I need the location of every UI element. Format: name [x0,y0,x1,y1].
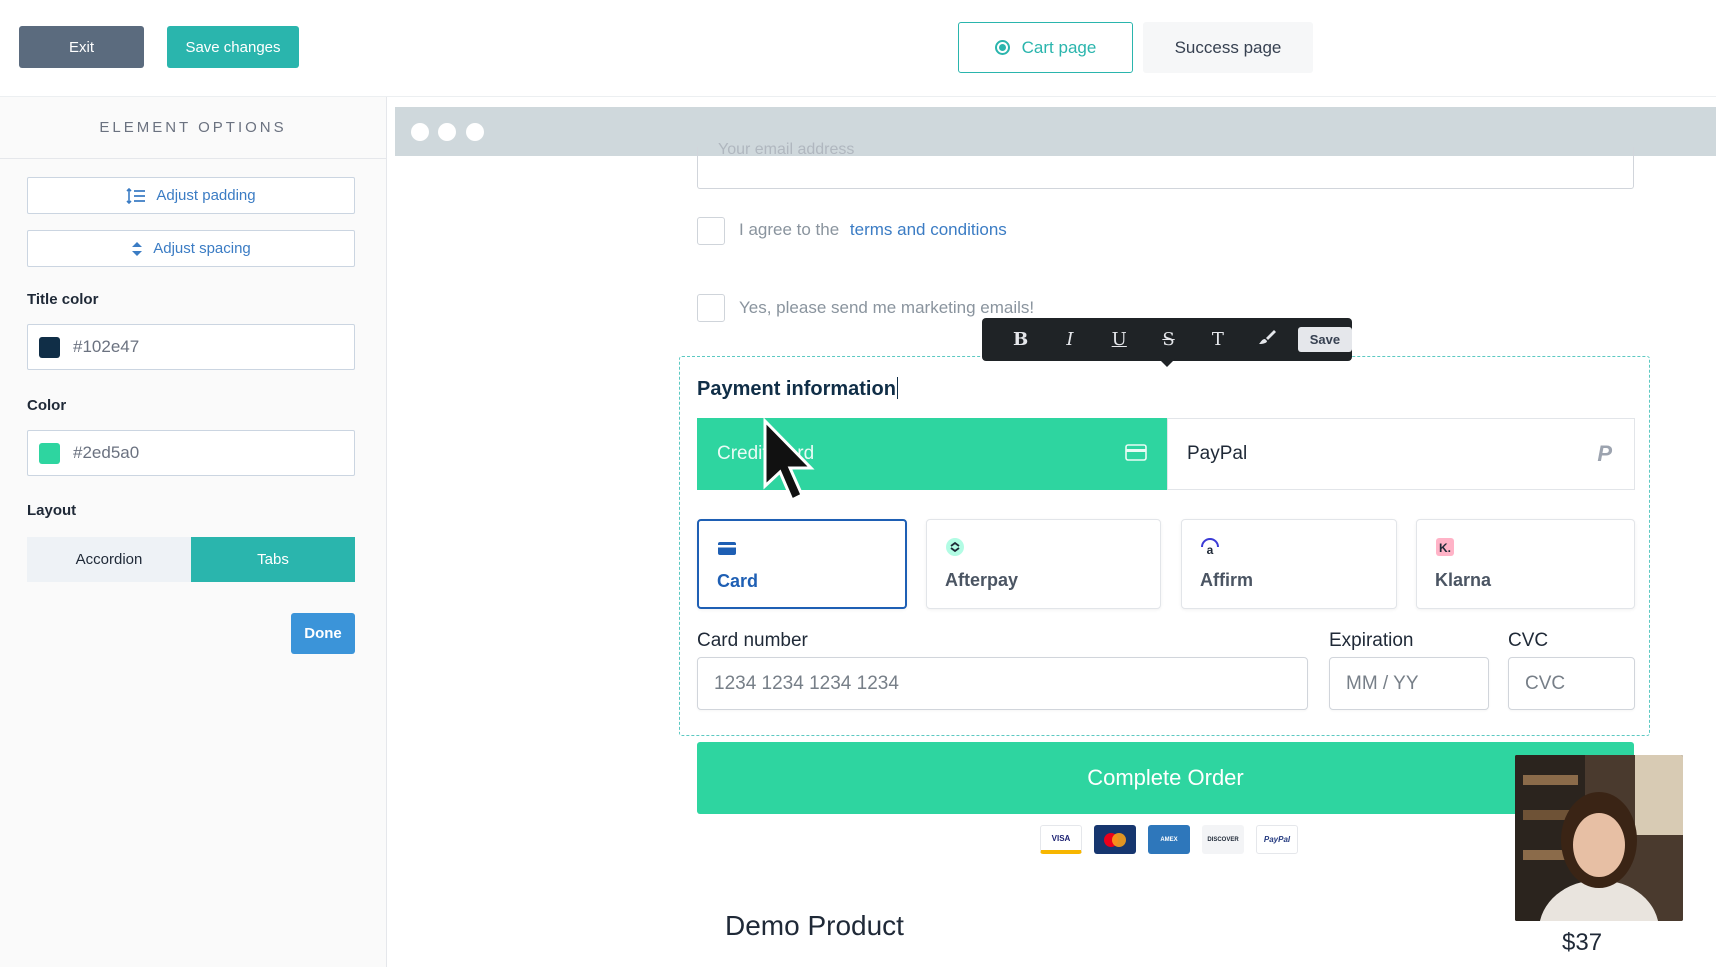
title-color-field[interactable]: #102e47 [27,324,355,370]
sort-arrows-icon [132,241,143,256]
marketing-text: Yes, please send me marketing emails! [739,298,1035,317]
method-klarna-label: Klarna [1435,570,1492,590]
tab-paypal[interactable]: PayPal P [1167,418,1635,490]
color-field[interactable]: #2ed5a0 [27,430,355,476]
method-afterpay-label: Afterpay [945,570,1019,590]
terms-link[interactable]: terms and conditions [850,220,1007,239]
sidebar-title: ELEMENT OPTIONS [0,97,386,159]
format-toolbar: B I U S T Save [982,318,1352,361]
element-options-sidebar: ELEMENT OPTIONS Adjust padding Adjust sp… [0,97,387,967]
visa-icon: VISA [1040,825,1082,854]
window-dot [438,123,456,141]
card-brands-row: VISA AMEX DISCOVER PayPal [1040,825,1298,854]
email-placeholder: Your email address [718,141,855,158]
card-number-placeholder: 1234 1234 1234 1234 [714,672,899,694]
method-afterpay[interactable]: Afterpay [926,519,1161,609]
webcam-overlay [1515,755,1683,921]
payment-title[interactable]: Payment information [697,377,899,401]
paypal-icon: P [1597,441,1612,466]
mastercard-icon [1094,825,1136,854]
afterpay-icon [946,538,964,556]
exit-button[interactable]: Exit [19,26,144,68]
cvc-placeholder: CVC [1525,672,1566,694]
product-price: $37 [1562,929,1603,956]
title-color-value: #102e47 [73,337,140,356]
text-caret [896,377,899,399]
tab-success-page[interactable]: Success page [1143,22,1313,73]
klarna-icon: K. [1436,538,1454,556]
title-color-swatch[interactable] [39,336,60,358]
padding-icon [126,187,146,204]
window-dot [411,123,429,141]
agree-text: I agree to the [739,220,840,239]
text-size-button[interactable]: T [1193,329,1242,350]
layout-label: Layout [27,502,77,519]
toolbar-caret [1159,359,1175,367]
color-swatch[interactable] [39,442,60,464]
discover-icon: DISCOVER [1202,825,1244,854]
adjust-spacing-label: Adjust spacing [153,240,251,257]
window-dot [466,123,484,141]
save-changes-button[interactable]: Save changes [167,26,299,68]
color-label: Color [27,397,67,414]
top-bar: Exit Save changes Cart page Success page [0,0,1716,97]
method-klarna[interactable]: K. Klarna [1416,519,1635,609]
brush-icon[interactable] [1242,328,1291,351]
credit-card-icon [1125,444,1147,461]
radio-selected-icon [994,40,1010,55]
adjust-spacing-button[interactable]: Adjust spacing [27,230,355,267]
layout-option-accordion[interactable]: Accordion [27,537,191,582]
terms-checkbox[interactable] [697,217,725,245]
method-affirm[interactable]: a Affirm [1181,519,1397,609]
card-number-input[interactable]: 1234 1234 1234 1234 [697,657,1308,710]
card-number-label: Card number [697,630,808,651]
payment-title-text: Payment information [697,378,896,400]
terms-text: I agree to the terms and conditions [739,220,1007,240]
format-save-button[interactable]: Save [1297,327,1352,352]
svg-text:a: a [1207,543,1214,557]
method-card-label: Card [717,571,759,591]
color-value: #2ed5a0 [73,443,140,462]
card-icon [718,542,736,555]
title-color-label: Title color [27,291,99,308]
bold-button[interactable]: B [996,329,1045,350]
method-affirm-label: Affirm [1200,570,1253,590]
amex-icon: AMEX [1148,825,1190,854]
affirm-icon: a [1201,538,1219,557]
paypal-brand-icon: PayPal [1256,825,1298,854]
expiration-placeholder: MM / YY [1346,672,1419,694]
adjust-padding-button[interactable]: Adjust padding [27,177,355,214]
product-name: Demo Product [725,910,904,941]
layout-toggle: Accordion Tabs [27,537,355,582]
marketing-checkbox[interactable] [697,294,725,322]
cvc-label: CVC [1508,630,1549,651]
done-button[interactable]: Done [291,613,355,654]
underline-button[interactable]: U [1095,329,1144,350]
layout-option-tabs[interactable]: Tabs [191,537,355,582]
tab-cart-page[interactable]: Cart page [958,22,1133,73]
strikethrough-button[interactable]: S [1144,329,1193,350]
method-card[interactable]: Card [697,519,907,609]
tab-success-page-label: Success page [1174,37,1282,57]
mouse-cursor-icon [763,418,815,503]
tab-paypal-label: PayPal [1187,443,1248,464]
expiration-input[interactable]: MM / YY [1329,657,1489,710]
email-input[interactable]: Your email address [697,141,1634,189]
expiration-label: Expiration [1329,630,1414,651]
adjust-padding-label: Adjust padding [156,187,256,204]
tab-cart-page-label: Cart page [1021,37,1097,57]
complete-order-button[interactable]: Complete Order [697,742,1634,814]
italic-button[interactable]: I [1045,329,1094,350]
svg-text:K.: K. [1439,541,1451,555]
cvc-input[interactable]: CVC [1508,657,1635,710]
